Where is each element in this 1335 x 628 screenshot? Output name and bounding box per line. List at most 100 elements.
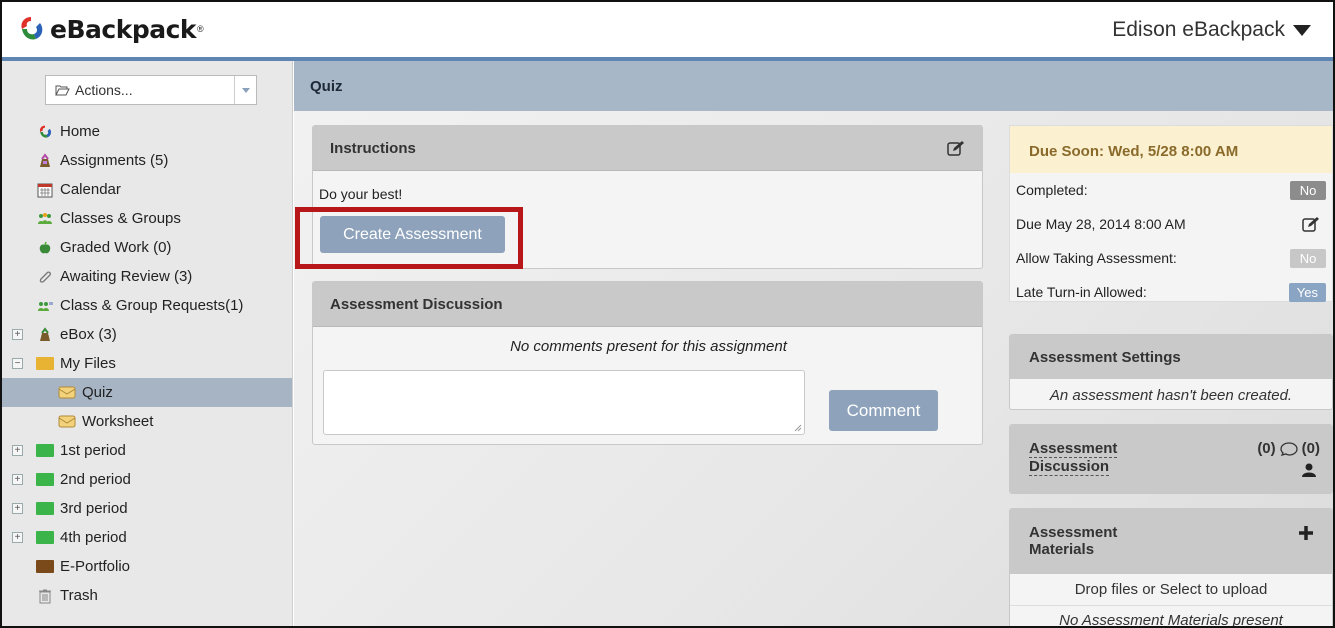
sidebar-item-calendar[interactable]: Calendar bbox=[2, 175, 292, 204]
folder-icon bbox=[36, 356, 54, 372]
sidebar-item-label: Classes & Groups bbox=[60, 210, 181, 227]
sidebar-item-assignments[interactable]: Assignments (5) bbox=[2, 146, 292, 175]
comment-textarea[interactable] bbox=[323, 370, 805, 435]
actions-label: Actions... bbox=[75, 82, 133, 98]
expand-icon[interactable]: + bbox=[12, 532, 23, 543]
due-date-row: Due May 28, 2014 8:00 AM bbox=[1010, 211, 1332, 237]
sidebar: Actions... Home Assignments (5) Calendar… bbox=[2, 61, 293, 626]
settings-header[interactable]: Assessment Settings bbox=[1010, 335, 1332, 379]
sidebar-item-e-portfolio[interactable]: E-Portfolio bbox=[2, 552, 292, 581]
due-info-panel: Due Soon: Wed, 5/28 8:00 AM Completed: N… bbox=[1009, 125, 1333, 302]
registered-mark: ® bbox=[197, 24, 204, 34]
comment-button[interactable]: Comment bbox=[829, 390, 938, 431]
sidebar-item-label: 2nd period bbox=[60, 471, 131, 488]
sidebar-item-label: Calendar bbox=[60, 181, 121, 198]
sidebar-item-graded-work[interactable]: Graded Work (0) bbox=[2, 233, 292, 262]
materials-header: Assessment Materials bbox=[1010, 509, 1332, 574]
settings-empty-text: An assessment hasn't been created. bbox=[1049, 387, 1293, 404]
account-menu[interactable]: Edison eBackpack bbox=[1112, 18, 1311, 42]
sidebar-item-3rd-period[interactable]: + 3rd period bbox=[2, 494, 292, 523]
allow-taking-label: Allow Taking Assessment: bbox=[1016, 250, 1177, 266]
instructions-header: Instructions bbox=[313, 126, 982, 171]
highlight-box bbox=[295, 207, 523, 269]
backpack-icon bbox=[36, 152, 54, 169]
expand-icon[interactable]: + bbox=[12, 329, 23, 340]
people-request-icon bbox=[36, 298, 54, 314]
folder-icon bbox=[36, 443, 54, 459]
discussion-counts: (0) (0) bbox=[1257, 440, 1320, 457]
sidebar-item-label: Graded Work (0) bbox=[60, 239, 172, 256]
app-name: eBackpack bbox=[50, 14, 197, 44]
assessment-discussion-side-panel: Assessment Discussion (0) (0) bbox=[1009, 424, 1333, 494]
sidebar-item-label: Home bbox=[60, 123, 101, 140]
sidebar-item-requests[interactable]: Class & Group Requests(1) bbox=[2, 291, 292, 320]
edit-icon[interactable] bbox=[947, 140, 965, 156]
discussion-heading: Assessment Discussion bbox=[330, 295, 503, 313]
top-header: eBackpack ® Edison eBackpack bbox=[2, 2, 1333, 61]
expand-icon[interactable]: + bbox=[12, 503, 23, 514]
instructions-heading: Instructions bbox=[330, 139, 416, 157]
sidebar-item-label: E-Portfolio bbox=[60, 558, 131, 575]
discussion-header: Assessment Discussion bbox=[313, 282, 982, 327]
late-turnin-toggle[interactable]: Yes bbox=[1288, 282, 1326, 302]
allow-taking-row: Allow Taking Assessment: No bbox=[1010, 245, 1332, 271]
completed-toggle[interactable]: No bbox=[1290, 180, 1326, 200]
speech-bubble-icon bbox=[1280, 441, 1298, 456]
sidebar-item-2nd-period[interactable]: + 2nd period bbox=[2, 465, 292, 494]
sidebar-item-quiz[interactable]: Quiz bbox=[2, 378, 292, 407]
sidebar-item-label: My Files bbox=[60, 355, 116, 372]
ebackpack-logo[interactable]: eBackpack ® bbox=[16, 14, 204, 44]
edit-icon[interactable] bbox=[1302, 216, 1320, 232]
materials-empty-text: No Assessment Materials present bbox=[1059, 612, 1283, 628]
collapse-icon[interactable]: − bbox=[12, 358, 23, 369]
no-comments-text: No comments present for this assignment bbox=[510, 338, 787, 355]
folder-icon bbox=[36, 501, 54, 517]
calendar-icon bbox=[36, 182, 54, 198]
folder-icon bbox=[36, 472, 54, 488]
expand-icon[interactable]: + bbox=[12, 445, 23, 456]
main-content: Quiz Instructions Do your best! Create A… bbox=[294, 61, 1333, 628]
sidebar-item-classes[interactable]: Classes & Groups bbox=[2, 204, 292, 233]
materials-drop-zone[interactable]: Drop files or Select to upload bbox=[1010, 574, 1332, 606]
discussion-count-users: (0) bbox=[1301, 440, 1320, 457]
allow-taking-toggle[interactable]: No bbox=[1290, 248, 1326, 268]
assignment-folder-icon bbox=[58, 385, 76, 401]
sidebar-item-my-files[interactable]: − My Files bbox=[2, 349, 292, 378]
expand-icon[interactable]: + bbox=[12, 474, 23, 485]
folder-icon bbox=[36, 530, 54, 546]
due-soon-banner: Due Soon: Wed, 5/28 8:00 AM bbox=[1010, 126, 1332, 173]
add-icon[interactable] bbox=[1298, 525, 1314, 541]
ebackpack-logo-icon bbox=[21, 17, 43, 40]
paperclip-icon bbox=[36, 269, 54, 285]
sidebar-item-worksheet[interactable]: Worksheet bbox=[2, 407, 292, 436]
sidebar-item-4th-period[interactable]: + 4th period bbox=[2, 523, 292, 552]
side-discussion-header[interactable]: Assessment Discussion (0) (0) bbox=[1010, 425, 1332, 493]
sidebar-item-label: Assignments (5) bbox=[60, 152, 169, 169]
actions-dropdown[interactable]: Actions... bbox=[45, 75, 257, 105]
backpack-icon bbox=[36, 326, 54, 343]
home-logo-icon bbox=[36, 124, 54, 140]
sidebar-item-label: 3rd period bbox=[60, 500, 128, 517]
assessment-materials-panel: Assessment Materials Drop files or Selec… bbox=[1009, 508, 1333, 628]
completed-label: Completed: bbox=[1016, 182, 1088, 198]
sidebar-item-ebox[interactable]: + eBox (3) bbox=[2, 320, 292, 349]
sidebar-item-1st-period[interactable]: + 1st period bbox=[2, 436, 292, 465]
page-title: Quiz bbox=[310, 78, 343, 95]
sidebar-nav: Home Assignments (5) Calendar Classes & … bbox=[2, 117, 292, 610]
account-name: Edison eBackpack bbox=[1112, 18, 1285, 41]
resize-handle-icon[interactable] bbox=[794, 424, 802, 432]
materials-heading-2: Materials bbox=[1029, 541, 1095, 558]
actions-dropdown-arrow[interactable] bbox=[234, 76, 256, 104]
late-turnin-label: Late Turn-in Allowed: bbox=[1016, 284, 1147, 300]
sidebar-item-label: Quiz bbox=[82, 384, 113, 401]
assessment-settings-panel: Assessment Settings An assessment hasn't… bbox=[1009, 334, 1333, 410]
sidebar-item-home[interactable]: Home bbox=[2, 117, 292, 146]
actions-label-wrap: Actions... bbox=[46, 76, 234, 104]
completed-row: Completed: No bbox=[1010, 177, 1332, 203]
sidebar-item-label: 1st period bbox=[60, 442, 126, 459]
folder-open-icon bbox=[55, 85, 70, 96]
sidebar-item-trash[interactable]: Trash bbox=[2, 581, 292, 610]
sidebar-item-label: 4th period bbox=[60, 529, 127, 546]
trash-icon bbox=[36, 588, 54, 604]
sidebar-item-awaiting-review[interactable]: Awaiting Review (3) bbox=[2, 262, 292, 291]
